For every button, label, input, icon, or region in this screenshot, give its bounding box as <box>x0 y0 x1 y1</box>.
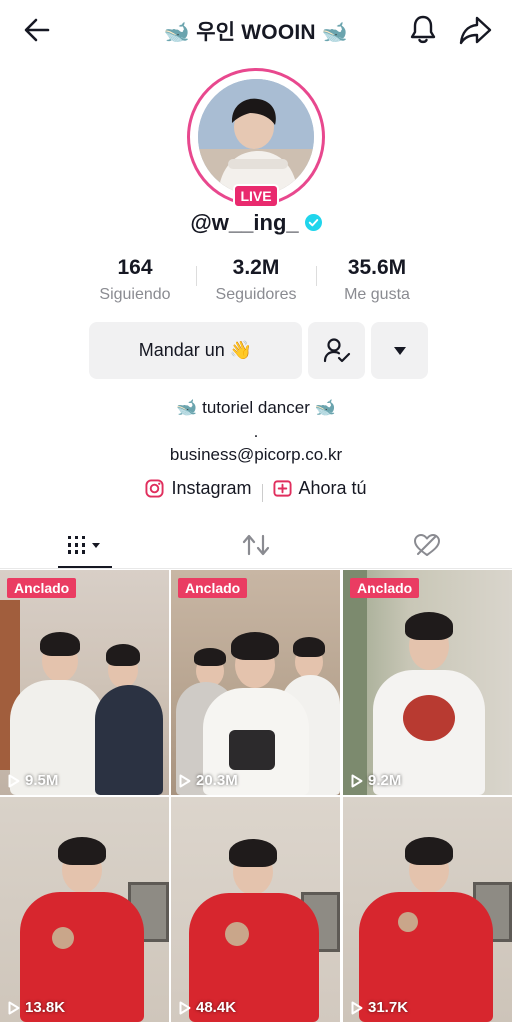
active-tab-indicator <box>58 566 112 568</box>
stat-following[interactable]: 164 Siguiendo <box>75 256 195 304</box>
view-count: 31.7K <box>351 999 408 1016</box>
suggestions-button[interactable] <box>371 322 428 379</box>
user-check-icon <box>323 337 350 362</box>
play-icon <box>351 774 363 787</box>
video-thumbnail[interactable]: 48.4K <box>171 797 340 1022</box>
stat-followers[interactable]: 3.2M Seguidores <box>196 256 316 304</box>
video-thumbnail[interactable]: 31.7K <box>343 797 512 1022</box>
video-thumbnail[interactable]: 13.8K <box>0 797 169 1022</box>
play-icon <box>8 1001 20 1014</box>
divider <box>261 484 263 503</box>
verified-badge-icon <box>304 214 322 232</box>
view-count-value: 9.5M <box>25 772 59 789</box>
following-button[interactable] <box>308 322 365 379</box>
liked-hidden-icon <box>414 534 440 556</box>
ahora-link-label: Ahora tú <box>298 478 367 498</box>
bio-line: . <box>253 422 259 441</box>
view-count: 9.2M <box>351 772 401 789</box>
instagram-link[interactable]: Instagram <box>145 478 252 499</box>
stat-label: Seguidores <box>215 286 297 303</box>
stat-value: 35.6M <box>347 256 407 279</box>
top-bar: 🐋 우인 WOOIN 🐋 <box>0 0 512 60</box>
tab-videos[interactable] <box>0 522 170 568</box>
bio-email: business@picorp.co.kr <box>169 445 343 464</box>
view-count-value: 20.3M <box>196 772 238 789</box>
play-icon <box>179 774 191 787</box>
profile-links: Instagram Ahora tú <box>0 478 512 503</box>
add-square-icon <box>272 480 292 497</box>
pinned-badge: Anclado <box>178 578 248 598</box>
play-icon <box>8 774 20 787</box>
video-thumbnail[interactable]: Anclado 20.3M <box>171 570 340 795</box>
content-tabs <box>0 522 512 569</box>
repost-icon <box>242 534 270 556</box>
view-count-value: 48.4K <box>196 999 237 1016</box>
video-grid: Anclado 9.5M Anclado 20.3M Anclado 9.2M … <box>0 570 512 1024</box>
tab-liked[interactable] <box>342 522 512 568</box>
profile-stats: 164 Siguiendo 3.2M Seguidores 35.6M Me g… <box>75 256 437 312</box>
view-count-value: 13.8K <box>25 999 66 1016</box>
live-badge: LIVE <box>233 184 279 208</box>
play-icon <box>179 1001 191 1014</box>
view-count: 13.8K <box>8 999 65 1016</box>
video-thumbnail[interactable]: Anclado 9.2M <box>343 570 512 795</box>
share-icon[interactable] <box>455 10 495 50</box>
view-count: 9.5M <box>8 772 58 789</box>
bell-icon[interactable] <box>404 10 442 48</box>
view-count-value: 31.7K <box>368 999 409 1016</box>
stat-value: 3.2M <box>232 256 280 279</box>
bio-line: 🐋 tutoriel dancer 🐋 <box>176 398 336 417</box>
tab-reposts[interactable] <box>171 522 341 568</box>
ahora-link[interactable]: Ahora tú <box>272 478 367 499</box>
play-icon <box>351 1001 363 1014</box>
pinned-badge: Anclado <box>350 578 420 598</box>
avatar-photo <box>198 79 314 195</box>
stat-label: Me gusta <box>344 286 410 303</box>
instagram-icon <box>145 479 164 498</box>
view-count: 20.3M <box>179 772 238 789</box>
stat-likes[interactable]: 35.6M Me gusta <box>317 256 437 304</box>
view-count: 48.4K <box>179 999 236 1016</box>
video-thumbnail[interactable]: Anclado 9.5M <box>0 570 169 795</box>
username: @w__ing_ <box>190 210 299 235</box>
grid-videos-icon <box>68 536 100 554</box>
stat-value: 164 <box>117 256 153 279</box>
stat-label: Siguiendo <box>99 286 171 303</box>
avatar[interactable]: LIVE <box>187 68 325 208</box>
message-button[interactable]: Mandar un 👋 <box>89 322 302 379</box>
caret-down-icon <box>393 346 406 355</box>
instagram-link-label: Instagram <box>171 478 252 498</box>
username-row: @w__ing_ <box>0 210 512 236</box>
view-count-value: 9.2M <box>368 772 402 789</box>
pinned-badge: Anclado <box>7 578 77 598</box>
